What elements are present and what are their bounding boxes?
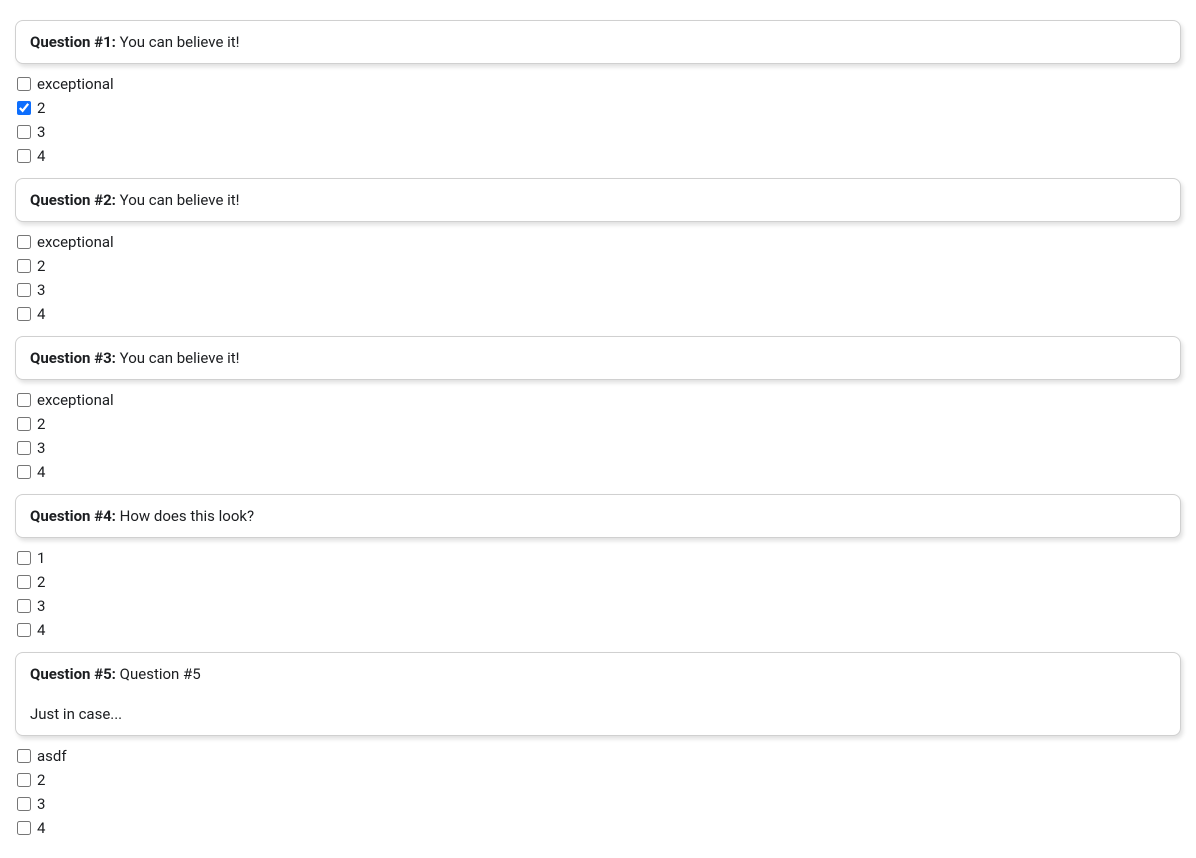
question-text: Question #5 xyxy=(120,665,201,683)
option-row: 2 xyxy=(17,412,1181,436)
option-label: 4 xyxy=(37,618,45,642)
option-row: 1 xyxy=(17,546,1181,570)
option-checkbox[interactable] xyxy=(17,797,31,811)
option-label: 4 xyxy=(37,460,45,484)
question-header: Question #3: You can believe it! xyxy=(15,336,1181,380)
question-title-line: Question #4: How does this look? xyxy=(30,507,1166,525)
question-text: You can believe it! xyxy=(120,349,240,367)
question-label: Question #4: xyxy=(30,507,116,525)
option-checkbox[interactable] xyxy=(17,307,31,321)
option-checkbox[interactable] xyxy=(17,393,31,407)
option-row: 2 xyxy=(17,96,1181,120)
question-title-line: Question #3: You can believe it! xyxy=(30,349,1166,367)
option-checkbox[interactable] xyxy=(17,283,31,297)
option-label: 2 xyxy=(37,96,45,120)
question-label: Question #1: xyxy=(30,33,116,51)
option-checkbox[interactable] xyxy=(17,101,31,115)
option-label: 2 xyxy=(37,570,45,594)
option-row: 3 xyxy=(17,120,1181,144)
option-checkbox[interactable] xyxy=(17,821,31,835)
option-checkbox[interactable] xyxy=(17,77,31,91)
options-list: exceptional234 xyxy=(15,388,1181,484)
question-header: Question #1: You can believe it! xyxy=(15,20,1181,64)
option-label: 2 xyxy=(37,254,45,278)
option-checkbox[interactable] xyxy=(17,441,31,455)
options-list: exceptional234 xyxy=(15,72,1181,168)
option-checkbox[interactable] xyxy=(17,773,31,787)
option-checkbox[interactable] xyxy=(17,149,31,163)
option-row: asdf xyxy=(17,744,1181,768)
option-label: 1 xyxy=(37,546,45,570)
question-text: How does this look? xyxy=(120,507,254,525)
option-row: 4 xyxy=(17,618,1181,642)
option-checkbox[interactable] xyxy=(17,417,31,431)
question-title-line: Question #5: Question #5 xyxy=(30,665,1166,683)
question-label: Question #5: xyxy=(30,665,116,683)
option-checkbox[interactable] xyxy=(17,125,31,139)
option-label: 4 xyxy=(37,302,45,326)
option-label: exceptional xyxy=(37,388,114,412)
option-label: 3 xyxy=(37,278,45,302)
option-row: 3 xyxy=(17,436,1181,460)
option-label: 3 xyxy=(37,436,45,460)
option-label: 3 xyxy=(37,594,45,618)
option-checkbox[interactable] xyxy=(17,551,31,565)
option-label: asdf xyxy=(37,744,67,768)
option-checkbox[interactable] xyxy=(17,259,31,273)
option-label: exceptional xyxy=(37,72,114,96)
option-label: 3 xyxy=(37,792,45,816)
option-row: 2 xyxy=(17,570,1181,594)
option-label: 2 xyxy=(37,768,45,792)
option-row: 4 xyxy=(17,460,1181,484)
option-checkbox[interactable] xyxy=(17,235,31,249)
question-label: Question #3: xyxy=(30,349,116,367)
option-label: 4 xyxy=(37,816,45,840)
option-row: 3 xyxy=(17,278,1181,302)
options-list: 1234 xyxy=(15,546,1181,642)
option-checkbox[interactable] xyxy=(17,599,31,613)
options-list: exceptional234 xyxy=(15,230,1181,326)
option-checkbox[interactable] xyxy=(17,465,31,479)
option-row: exceptional xyxy=(17,72,1181,96)
option-row: 3 xyxy=(17,594,1181,618)
option-checkbox[interactable] xyxy=(17,623,31,637)
question-header: Question #5: Question #5 Just in case... xyxy=(15,652,1181,736)
option-row: 2 xyxy=(17,768,1181,792)
questions-container: Question #1: You can believe it! exceptio… xyxy=(15,20,1181,840)
option-row: 4 xyxy=(17,302,1181,326)
question-text: You can believe it! xyxy=(120,33,240,51)
option-checkbox[interactable] xyxy=(17,749,31,763)
option-row: exceptional xyxy=(17,388,1181,412)
option-row: 4 xyxy=(17,816,1181,840)
option-label: 2 xyxy=(37,412,45,436)
question-header: Question #4: How does this look? xyxy=(15,494,1181,538)
option-label: 4 xyxy=(37,144,45,168)
option-row: 4 xyxy=(17,144,1181,168)
question-label: Question #2: xyxy=(30,191,116,209)
question-title-line: Question #1: You can believe it! xyxy=(30,33,1166,51)
options-list: asdf234 xyxy=(15,744,1181,840)
question-title-line: Question #2: You can believe it! xyxy=(30,191,1166,209)
option-row: 3 xyxy=(17,792,1181,816)
question-text: You can believe it! xyxy=(120,191,240,209)
question-subtext: Just in case... xyxy=(30,705,1166,723)
option-checkbox[interactable] xyxy=(17,575,31,589)
option-label: 3 xyxy=(37,120,45,144)
option-label: exceptional xyxy=(37,230,114,254)
option-row: 2 xyxy=(17,254,1181,278)
question-header: Question #2: You can believe it! xyxy=(15,178,1181,222)
option-row: exceptional xyxy=(17,230,1181,254)
